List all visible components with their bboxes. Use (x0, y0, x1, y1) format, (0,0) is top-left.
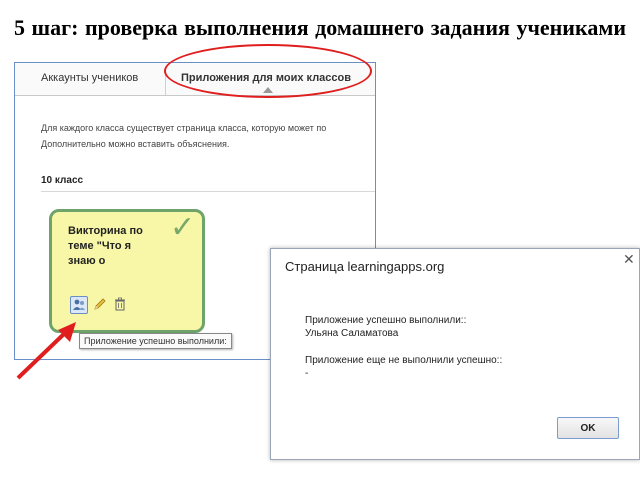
pencil-icon[interactable] (92, 296, 108, 312)
users-icon[interactable] (70, 296, 88, 314)
dialog-completed-label: Приложение успешно выполнили:: (305, 315, 467, 326)
description-line-1: Для каждого класса существует страница к… (41, 123, 327, 133)
checkmark-icon: ✓ (170, 210, 196, 245)
ok-button[interactable]: OK (557, 417, 619, 439)
card-tooltip: Приложение успешно выполнили: (79, 333, 232, 349)
divider (41, 191, 375, 192)
close-icon[interactable]: ✕ (623, 251, 635, 268)
alert-dialog: Страница learningapps.org ✕ Приложение у… (270, 248, 640, 460)
dialog-title: Страница learningapps.org (285, 259, 445, 274)
tab-highlight-oval (164, 44, 372, 98)
tab-student-accounts[interactable]: Аккаунты учеников (41, 72, 138, 84)
dialog-not-completed-label: Приложение еще не выполнили успешно:: (305, 355, 503, 366)
description-line-2: Дополнительно можно вставить объяснения. (41, 139, 230, 149)
dialog-completed-student: Ульяна Саламатова (305, 328, 399, 339)
dialog-not-completed-value: - (305, 368, 309, 379)
trash-icon[interactable] (112, 296, 128, 312)
app-card[interactable]: Викторина по теме "Что я знаю о ✓ (49, 209, 205, 333)
app-card-title: Викторина по теме "Что я знаю о (68, 225, 143, 267)
class-title: 10 класс (41, 175, 84, 186)
pointer-arrow-icon (16, 322, 76, 380)
